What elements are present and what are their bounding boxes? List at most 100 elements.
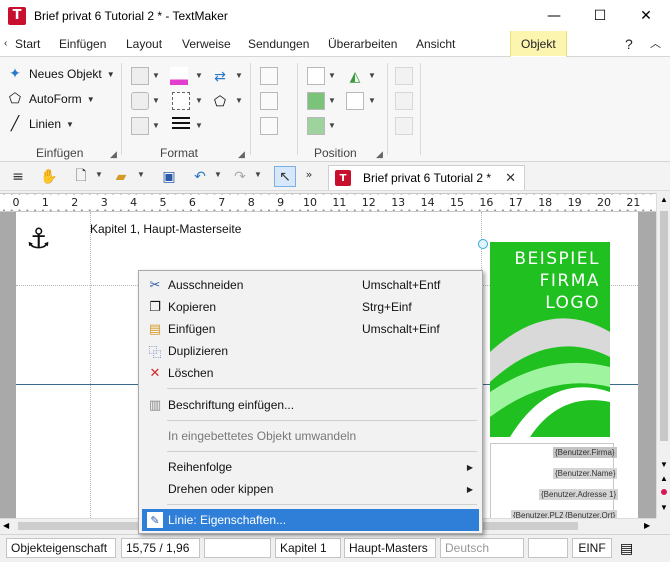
select-pointer-icon[interactable]: ↖ [274,166,296,187]
shape-border-icon[interactable] [131,92,149,110]
status-insert-mode[interactable]: EINF [572,538,612,558]
ole-tool-icon[interactable] [395,117,413,135]
effects-icon[interactable]: ⬠ [211,92,229,110]
tab-layout[interactable]: Layout [126,31,162,57]
save-icon[interactable]: ▣ [158,166,180,187]
chevron-down-icon[interactable]: ▼ [368,96,376,105]
fill-style-icon[interactable] [131,67,149,85]
menu-item-einfuegen[interactable]: ▤ Einfügen Umschalt+Einf [142,318,479,340]
group-launcher-icon[interactable]: ◢ [110,149,117,160]
rotate-icon[interactable]: ◭ [346,67,364,85]
new-document-icon[interactable]: 🗋 [70,166,92,187]
line-handle[interactable] [478,239,488,249]
tab-sendungen[interactable]: Sendungen [248,31,309,57]
toolbar-more-icon[interactable]: » [298,164,320,185]
company-logo[interactable]: BEISPIEL FIRMA LOGO [490,242,610,437]
tabs-scroll-left-icon[interactable]: ‹ [4,31,7,57]
ruler-tick-label: 2 [71,196,79,209]
scroll-down-icon[interactable]: ▼ [660,460,668,469]
undo-icon[interactable]: ↶ [189,166,211,187]
group-objects-icon[interactable] [307,92,325,110]
group-launcher-icon[interactable]: ◢ [238,149,245,160]
linien-button[interactable]: ╱ Linien ▼ [6,115,74,133]
autoform-button[interactable]: ⬠ AutoForm ▼ [6,90,95,108]
menu-item-linie-eigenschaften[interactable]: ✎ Linie: Eigenschaften... [142,509,479,531]
position-icon[interactable] [307,67,325,85]
chevron-down-icon[interactable]: ▼ [152,121,160,130]
page-down-icon[interactable]: ▼ [660,503,668,512]
redo-icon[interactable]: ↷ [229,166,251,187]
vertical-scrollbar[interactable]: ▲ ▼ ▲ ▼ [656,193,670,518]
menu-item-ausschneiden[interactable]: ✂ Ausschneiden Umschalt+Entf [142,274,479,296]
chevron-down-icon[interactable]: ▼ [195,96,203,105]
new-object-icon: ✦ [9,66,21,82]
browse-object-icon[interactable] [661,489,667,495]
group-launcher-icon[interactable]: ◢ [376,149,383,160]
chevron-down-icon[interactable]: ▼ [328,96,336,105]
border-style-icon[interactable] [172,92,190,110]
chevron-down-icon[interactable]: ▼ [95,170,103,179]
app-icon[interactable]: T [8,6,26,25]
status-position: 15,75 / 1,96 [121,538,200,558]
menu-item-label: Kopieren [168,300,217,314]
align-icon[interactable] [346,92,364,110]
open-folder-icon[interactable]: ▰ [110,166,132,187]
order-icon[interactable] [307,117,325,135]
chevron-down-icon[interactable]: ▼ [328,121,336,130]
wrap-icon[interactable] [260,67,278,85]
address-fields-box[interactable]: {Benutzer.Firma} {Benutzer.Name} {Benutz… [490,443,619,518]
wrap-tight-icon[interactable] [260,117,278,135]
horizontal-ruler[interactable]: 0 1 2 3 4 5 6 7 8 9 10 11 12 13 14 15 16 17 18 19 20 21 [0,193,656,212]
menu-icon[interactable]: ≡ [7,166,29,187]
chevron-down-icon[interactable]: ▼ [235,96,243,105]
scroll-up-icon[interactable]: ▲ [660,195,668,204]
wrap-square-icon[interactable] [260,92,278,110]
chevron-down-icon[interactable]: ▼ [195,71,203,80]
frame-tool-icon[interactable] [395,92,413,110]
tab-start[interactable]: Start [15,31,40,57]
minimize-button[interactable]: — [531,0,577,31]
hand-tool-icon[interactable]: ✋ [38,166,60,187]
chevron-down-icon[interactable]: ▼ [214,170,222,179]
chevron-down-icon[interactable]: ▼ [137,170,145,179]
chevron-down-icon[interactable]: ▼ [195,121,203,130]
help-icon[interactable]: ? [625,31,633,57]
chevron-down-icon[interactable]: ▼ [152,71,160,80]
page-up-icon[interactable]: ▲ [660,474,668,483]
tab-objekt[interactable]: Objekt [510,31,567,58]
menu-item-duplizieren[interactable]: ⿻ Duplizieren [142,340,479,362]
line-arrows-icon[interactable]: ⇄ [211,67,229,85]
menu-item-loeschen[interactable]: ✕ Löschen [142,362,479,384]
tab-ueberarbeiten[interactable]: Überarbeiten [328,31,397,57]
menu-item-drehen[interactable]: Drehen oder kippen ▶ [142,478,479,500]
document-tab[interactable]: T Brief privat 6 Tutorial 2 * ✕ [328,165,525,190]
chevron-down-icon[interactable]: ▼ [254,170,262,179]
chevron-down-icon[interactable]: ▼ [368,71,376,80]
chevron-down-icon[interactable]: ▼ [152,96,160,105]
status-language[interactable]: Deutsch [440,538,524,558]
tab-einfuegen[interactable]: Einfügen [59,31,106,57]
scroll-thumb[interactable] [660,211,668,441]
ruler-tick-label: 17 [508,196,523,209]
close-button[interactable]: ✕ [623,0,669,31]
line-weight-icon[interactable] [172,117,190,135]
fill-color-icon[interactable] [170,67,188,85]
menu-item-kopieren[interactable]: ❐ Kopieren Strg+Einf [142,296,479,318]
status-mode: Objekteigenschaft [6,538,116,558]
tab-ansicht[interactable]: Ansicht [416,31,455,57]
menu-item-reihenfolge[interactable]: Reihenfolge ▶ [142,456,479,478]
scroll-right-icon[interactable]: ▶ [644,521,650,530]
collapse-ribbon-icon[interactable]: ︿ [650,31,661,57]
maximize-button[interactable]: ☐ [577,0,623,31]
shadow-icon[interactable] [131,117,149,135]
page-view-icon[interactable]: ▤ [620,541,633,557]
close-tab-icon[interactable]: ✕ [505,171,516,186]
chevron-down-icon[interactable]: ▼ [235,71,243,80]
chevron-down-icon[interactable]: ▼ [328,71,336,80]
scroll-left-icon[interactable]: ◀ [3,521,9,530]
object-tool-icon[interactable] [395,67,413,85]
neues-objekt-button[interactable]: ✦ Neues Objekt ▼ [6,65,115,83]
paste-icon: ▤ [148,321,162,337]
tab-verweise[interactable]: Verweise [182,31,231,57]
menu-item-beschriftung[interactable]: ▥ Beschriftung einfügen... [142,394,479,416]
